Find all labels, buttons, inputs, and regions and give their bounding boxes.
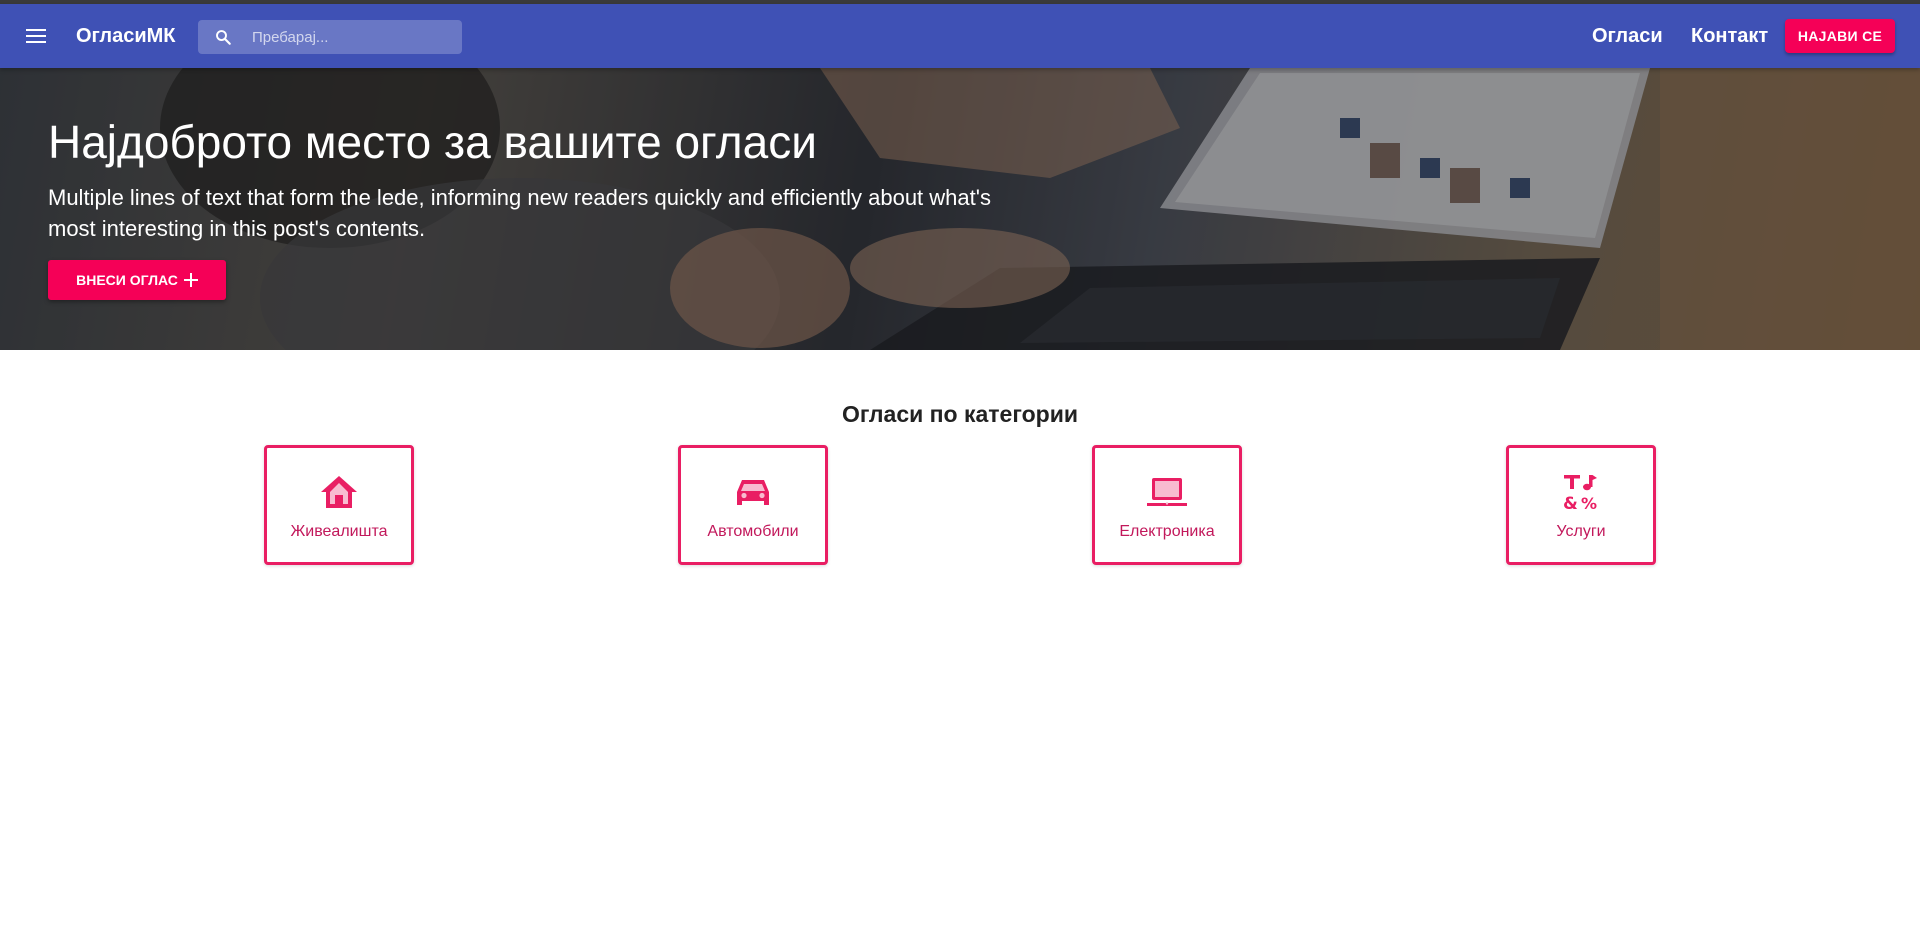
menu-button[interactable] [20, 24, 52, 48]
laptop-icon [1147, 478, 1187, 506]
post-ad-button[interactable]: ВНЕСИ ОГЛАС [48, 260, 226, 300]
category-card-housing[interactable]: Живеалишта [264, 445, 414, 565]
app-bar: ОгласиМК Огласи Контакт НАЈАВИ СЕ [0, 4, 1920, 68]
services-icon: & % [1563, 475, 1597, 512]
category-card-cars[interactable]: Автомобили [678, 445, 828, 565]
plus-icon [183, 273, 198, 287]
nav-link-contact[interactable]: Контакт [1691, 24, 1768, 48]
brand-logo-text[interactable]: ОгласиМК [76, 24, 176, 48]
svg-text:&: & [1563, 494, 1578, 512]
search-icon [216, 30, 231, 45]
login-button[interactable]: НАЈАВИ СЕ [1785, 19, 1895, 53]
post-ad-button-label: ВНЕСИ ОГЛАС [76, 272, 178, 288]
search-input[interactable] [252, 20, 452, 54]
car-icon [737, 480, 769, 505]
category-label: Живеалишта [290, 523, 388, 540]
category-label: Услуги [1556, 523, 1606, 540]
category-label: Електроника [1119, 523, 1215, 540]
home-icon [321, 476, 357, 508]
hero-lede: Multiple lines of text that form the led… [48, 185, 991, 241]
search-box [198, 20, 462, 54]
nav-link-ads[interactable]: Огласи [1592, 24, 1663, 48]
category-label: Автомобили [707, 523, 799, 540]
hamburger-menu-icon [26, 29, 46, 43]
svg-text:%: % [1581, 494, 1597, 512]
hero-banner: Најдоброто место за вашите огласи Multip… [0, 68, 1920, 350]
hero-title: Најдоброто место за вашите огласи [48, 116, 817, 168]
category-card-electronics[interactable]: Електроника [1092, 445, 1242, 565]
category-card-services[interactable]: & % Услуги [1506, 445, 1656, 565]
categories-section-title: Огласи по категории [842, 401, 1078, 427]
